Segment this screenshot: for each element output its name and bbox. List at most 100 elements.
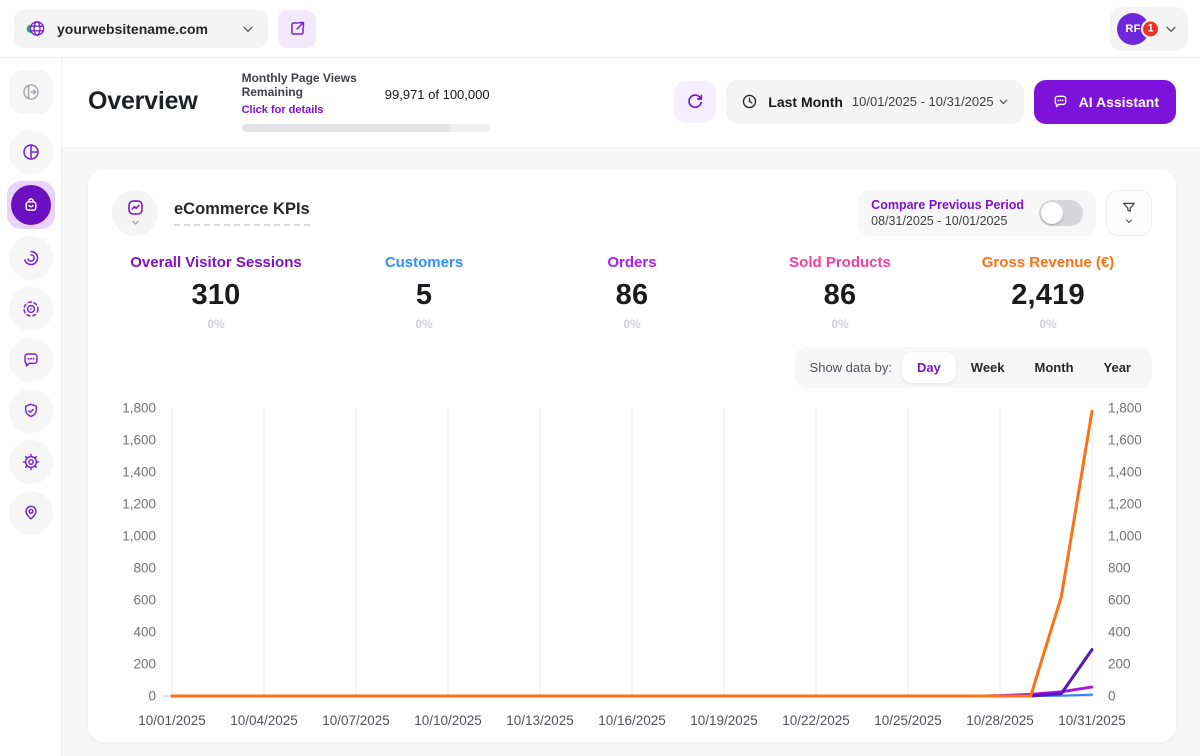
svg-text:1,000: 1,000 xyxy=(1108,528,1142,543)
gear-icon xyxy=(20,451,42,473)
show-data-by-label: Show data by: xyxy=(810,360,892,375)
granularity-week[interactable]: Week xyxy=(956,352,1020,383)
kpi-orders: Orders 86 0% xyxy=(528,254,736,331)
granularity-month[interactable]: Month xyxy=(1020,352,1089,383)
chevron-down-icon xyxy=(1163,21,1179,37)
ecommerce-kpis-card: eCommerce KPIs Compare Previous Period 0… xyxy=(88,170,1176,742)
sidebar-item-analytics[interactable] xyxy=(9,130,53,174)
shopping-bag-icon xyxy=(11,185,51,225)
svg-text:10/28/2025: 10/28/2025 xyxy=(966,713,1034,728)
sidebar-item-messages[interactable] xyxy=(9,338,53,382)
chevron-down-icon xyxy=(1124,216,1134,226)
notification-badge: 1 xyxy=(1141,19,1160,38)
svg-text:10/10/2025: 10/10/2025 xyxy=(414,713,482,728)
svg-text:600: 600 xyxy=(1108,592,1131,607)
globe-icon xyxy=(24,17,47,40)
sidebar-item-ecommerce[interactable] xyxy=(7,181,55,229)
usage-value: 99,971 of 100,000 xyxy=(385,87,490,102)
kpi-label: Gross Revenue (€) xyxy=(944,254,1152,271)
content-area: eCommerce KPIs Compare Previous Period 0… xyxy=(62,148,1200,756)
kpi-value: 2,419 xyxy=(944,279,1152,312)
svg-text:400: 400 xyxy=(133,624,156,639)
refresh-icon xyxy=(685,92,705,112)
svg-text:200: 200 xyxy=(133,656,156,671)
kpi-line-chart-svg: 10/01/202510/04/202510/07/202510/10/2025… xyxy=(112,394,1152,734)
svg-text:0: 0 xyxy=(148,688,156,703)
sidebar-item-settings[interactable] xyxy=(9,440,53,484)
sidebar-item-local[interactable] xyxy=(9,491,53,535)
external-link-icon xyxy=(288,19,307,38)
chevron-down-icon xyxy=(240,21,256,37)
kpi-gross-revenue: Gross Revenue (€) 2,419 0% xyxy=(944,254,1152,331)
svg-text:10/04/2025: 10/04/2025 xyxy=(230,713,298,728)
granularity-year[interactable]: Year xyxy=(1089,352,1146,383)
compare-toggle-knob xyxy=(1041,202,1063,224)
date-range-picker[interactable]: Last Month 10/01/2025 - 10/31/2025 xyxy=(726,80,1023,124)
svg-text:1,600: 1,600 xyxy=(1108,432,1142,447)
chat-bubble-icon xyxy=(20,349,42,371)
card-title: eCommerce KPIs xyxy=(174,200,310,226)
ai-assistant-button[interactable]: AI Assistant xyxy=(1034,80,1176,124)
svg-text:800: 800 xyxy=(133,560,156,575)
usage-details-link[interactable]: Click for details xyxy=(242,104,324,116)
sidebar xyxy=(0,58,62,756)
scan-target-icon xyxy=(20,298,42,320)
kpi-label: Sold Products xyxy=(736,254,944,271)
compare-range: 08/31/2025 - 10/01/2025 xyxy=(871,214,1024,228)
sidebar-item-expand[interactable] xyxy=(9,70,53,114)
chevron-down-icon xyxy=(997,95,1010,108)
main-area: Overview Monthly Page Views Remaining 99… xyxy=(62,58,1200,756)
kpi-label: Customers xyxy=(320,254,528,271)
kpi-delta: 0% xyxy=(736,317,944,331)
show-data-by-control: Show data by: Day Week Month Year xyxy=(795,347,1152,388)
date-range-text: 10/01/2025 - 10/31/2025 xyxy=(852,94,994,109)
line-chart-widget-icon xyxy=(125,197,146,218)
svg-text:1,200: 1,200 xyxy=(122,496,156,511)
usage-progress-fill xyxy=(242,124,453,132)
open-site-button[interactable] xyxy=(278,10,316,48)
kpi-delta: 0% xyxy=(944,317,1152,331)
kpi-sold-products: Sold Products 86 0% xyxy=(736,254,944,331)
svg-text:1,800: 1,800 xyxy=(122,400,156,415)
funnel-filter-icon xyxy=(1120,199,1138,217)
page-views-usage: Monthly Page Views Remaining 99,971 of 1… xyxy=(242,72,490,132)
kpi-overall-visitor-sessions: Overall Visitor Sessions 310 0% xyxy=(112,254,320,331)
spiral-sessions-icon xyxy=(20,247,42,269)
granularity-day[interactable]: Day xyxy=(902,352,956,383)
widget-selector-button[interactable] xyxy=(112,190,158,236)
kpi-label: Orders xyxy=(528,254,736,271)
usage-progress-bar xyxy=(242,124,490,132)
kpi-label: Overall Visitor Sessions xyxy=(112,254,320,271)
refresh-button[interactable] xyxy=(674,81,716,123)
site-name: yourwebsitename.com xyxy=(57,21,230,37)
kpi-delta: 0% xyxy=(112,317,320,331)
kpi-delta: 0% xyxy=(528,317,736,331)
sidebar-item-security[interactable] xyxy=(9,389,53,433)
svg-text:10/16/2025: 10/16/2025 xyxy=(598,713,666,728)
svg-text:10/01/2025: 10/01/2025 xyxy=(138,713,206,728)
expand-sidebar-icon xyxy=(20,81,42,103)
filter-button[interactable] xyxy=(1106,190,1152,236)
user-menu[interactable]: RF 1 xyxy=(1110,7,1188,51)
ai-assistant-label: AI Assistant xyxy=(1079,94,1159,110)
chevron-down-icon xyxy=(130,217,141,228)
sidebar-item-tracking[interactable] xyxy=(9,287,53,331)
kpi-customers: Customers 5 0% xyxy=(320,254,528,331)
chat-ai-icon xyxy=(1051,92,1070,111)
sidebar-item-sessions[interactable] xyxy=(9,236,53,280)
clock-icon xyxy=(740,92,759,111)
svg-text:10/13/2025: 10/13/2025 xyxy=(506,713,574,728)
kpi-row: Overall Visitor Sessions 310 0% Customer… xyxy=(112,254,1152,331)
page-title: Overview xyxy=(88,87,198,116)
svg-text:10/22/2025: 10/22/2025 xyxy=(782,713,850,728)
svg-text:1,400: 1,400 xyxy=(122,464,156,479)
svg-text:1,400: 1,400 xyxy=(1108,464,1142,479)
page-header: Overview Monthly Page Views Remaining 99… xyxy=(62,58,1200,148)
compare-toggle[interactable] xyxy=(1039,200,1083,226)
svg-text:800: 800 xyxy=(1108,560,1131,575)
top-bar: yourwebsitename.com RF 1 xyxy=(0,0,1200,58)
compare-label: Compare Previous Period xyxy=(871,198,1024,212)
site-selector[interactable]: yourwebsitename.com xyxy=(14,10,268,48)
svg-text:600: 600 xyxy=(133,592,156,607)
kpi-value: 310 xyxy=(112,279,320,312)
